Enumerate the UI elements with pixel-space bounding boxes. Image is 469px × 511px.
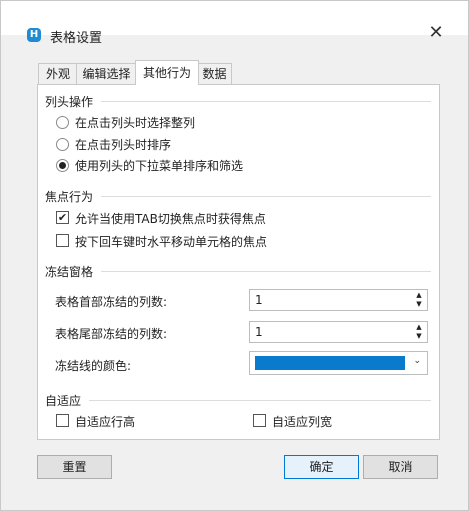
title-bar: H 表格设置 ✕ — [1, 1, 468, 46]
color-swatch — [255, 356, 405, 370]
app-logo-icon: H — [27, 28, 41, 42]
frozen-leading-label: 表格首部冻结的列数: — [55, 295, 168, 309]
dialog-title: 表格设置 — [50, 31, 103, 46]
autofit-section-title: 自适应 — [45, 394, 82, 408]
checkbox-enter-horizontal[interactable] — [56, 234, 69, 247]
radio-select-column-label[interactable]: 在点击列头时选择整列 — [75, 114, 195, 131]
frozen-leading-stepper[interactable]: 1 ▲ ▼ — [249, 289, 428, 311]
frozen-trailing-stepper[interactable]: 1 ▲ ▼ — [249, 321, 428, 343]
tab-edit-select[interactable]: 编辑选择 — [76, 63, 137, 84]
checkbox-tab-focus[interactable]: ✔ — [56, 211, 69, 224]
checkbox-autofit-row-height-label[interactable]: 自适应行高 — [75, 413, 135, 430]
checkbox-autofit-col-width-label[interactable]: 自适应列宽 — [272, 413, 332, 430]
radio-sort-on-click[interactable] — [56, 138, 69, 151]
ok-button[interactable]: 确定 — [284, 455, 359, 479]
frozen-leading-value[interactable]: 1 — [255, 293, 263, 307]
section-divider — [101, 101, 431, 102]
frozen-trailing-label: 表格尾部冻结的列数: — [55, 327, 168, 341]
line-color-select[interactable]: ⌄ — [249, 351, 428, 375]
tab-appearance[interactable]: 外观 — [38, 63, 78, 84]
radio-dropdown-sort-filter-label[interactable]: 使用列头的下拉菜单排序和筛选 — [75, 157, 243, 174]
checkbox-tab-focus-label[interactable]: 允许当使用TAB切换焦点时获得焦点 — [75, 210, 266, 227]
tab-data[interactable]: 数据 — [197, 63, 232, 84]
cancel-button[interactable]: 取消 — [363, 455, 438, 479]
radio-select-column[interactable] — [56, 116, 69, 129]
checkbox-autofit-col-width[interactable] — [253, 414, 266, 427]
chevron-down-icon[interactable]: ⌄ — [413, 356, 421, 366]
tab-other-behavior[interactable]: 其他行为 — [135, 60, 199, 85]
column-header-section-title: 列头操作 — [45, 95, 94, 109]
line-color-label: 冻结线的颜色: — [55, 359, 132, 373]
frozen-trailing-value[interactable]: 1 — [255, 325, 263, 339]
checkbox-enter-horizontal-label[interactable]: 按下回车键时水平移动单元格的焦点 — [75, 233, 267, 250]
section-divider — [89, 400, 431, 401]
checkbox-autofit-row-height[interactable] — [56, 414, 69, 427]
freeze-section-title: 冻结窗格 — [45, 265, 94, 279]
section-divider — [101, 196, 431, 197]
reset-button[interactable]: 重置 — [37, 455, 112, 479]
focus-section-title: 焦点行为 — [45, 190, 94, 204]
spin-arrows-icon[interactable]: ▲ ▼ — [414, 291, 424, 309]
spin-arrows-icon[interactable]: ▲ ▼ — [414, 323, 424, 341]
radio-dropdown-sort-filter[interactable] — [56, 159, 69, 172]
close-icon[interactable]: ✕ — [428, 24, 444, 42]
section-divider — [101, 271, 431, 272]
radio-sort-on-click-label[interactable]: 在点击列头时排序 — [75, 136, 171, 153]
dialog-window: H 表格设置 ✕ 外观 编辑选择 其他行为 数据 列头操作 在点击列头时选择整列… — [0, 0, 469, 511]
